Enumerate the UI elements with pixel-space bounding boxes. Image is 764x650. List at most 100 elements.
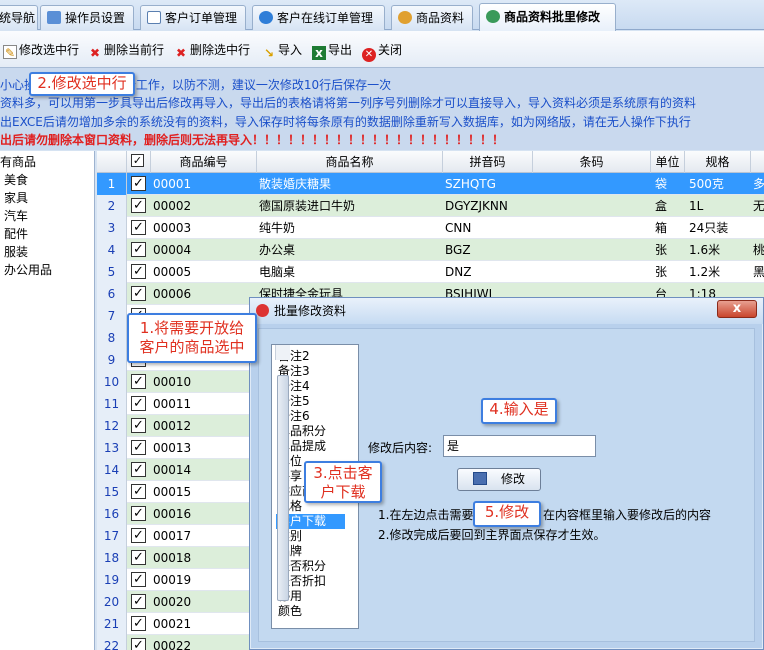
field-list-scrollbar[interactable]	[275, 345, 290, 601]
select-all-checkbox[interactable]: ✓	[131, 154, 144, 167]
cell-spec[interactable]: 1L	[685, 195, 751, 217]
tab-navigation[interactable]: 统导航	[0, 5, 38, 30]
row-checkbox[interactable]: ✓	[131, 418, 146, 433]
tab-products[interactable]: 商品资料	[391, 5, 473, 30]
table-row[interactable]: 3 ✓ 00003 纯牛奶 CNN 箱 24只装	[97, 217, 764, 239]
cell-spec[interactable]: 24只装	[685, 217, 751, 239]
row-checkbox[interactable]: ✓	[131, 286, 146, 301]
cell-spec[interactable]: 500克	[685, 173, 751, 195]
close-button[interactable]: ✕ 关闭	[362, 41, 402, 62]
table-row[interactable]: 1 ✓ 00001 散装婚庆糖果 SZHQTG 袋 500克多	[97, 173, 764, 195]
cell-code[interactable]: 00016	[151, 503, 257, 525]
row-checkbox[interactable]: ✓	[131, 528, 146, 543]
cell-extra[interactable]: 桃	[751, 239, 764, 261]
cell-extra[interactable]: 多	[751, 173, 764, 195]
cell-code[interactable]: 00022	[151, 635, 257, 650]
cell-name[interactable]: 德国原装进口牛奶	[257, 195, 443, 217]
col-header[interactable]: 规格	[685, 151, 751, 173]
cell-code[interactable]: 00018	[151, 547, 257, 569]
cell-code[interactable]: 00020	[151, 591, 257, 613]
cell-code[interactable]: 00019	[151, 569, 257, 591]
row-checkbox[interactable]: ✓	[131, 616, 146, 631]
cell-code[interactable]: 00021	[151, 613, 257, 635]
cell-py[interactable]: CNN	[443, 217, 533, 239]
col-header[interactable]: 商品名称	[257, 151, 443, 173]
cell-bar[interactable]	[533, 173, 651, 195]
row-checkbox[interactable]: ✓	[131, 440, 146, 455]
select-all-header[interactable]: ✓	[127, 151, 151, 173]
row-checkbox[interactable]: ✓	[131, 198, 146, 213]
cell-spec[interactable]: 1.2米	[685, 261, 751, 283]
delete-selected-button[interactable]: ✖ 删除选中行	[174, 41, 250, 60]
tree-item[interactable]: 办公用品	[4, 261, 52, 278]
cell-code[interactable]: 00004	[151, 239, 257, 261]
row-checkbox[interactable]: ✓	[131, 220, 146, 235]
cell-code[interactable]: 00014	[151, 459, 257, 481]
table-row[interactable]: 4 ✓ 00004 办公桌 BGZ 张 1.6米桃	[97, 239, 764, 261]
modify-button[interactable]: 修改	[457, 468, 541, 491]
cell-bar[interactable]	[533, 239, 651, 261]
tab-online-orders[interactable]: 客户在线订单管理	[252, 5, 385, 30]
cell-code[interactable]: 00010	[151, 371, 257, 393]
cell-bar[interactable]	[533, 217, 651, 239]
row-checkbox[interactable]: ✓	[131, 638, 146, 650]
cell-spec[interactable]: 1.6米	[685, 239, 751, 261]
col-header[interactable]: 单位	[651, 151, 685, 173]
cell-code[interactable]: 00003	[151, 217, 257, 239]
cell-py[interactable]: SZHQTG	[443, 173, 533, 195]
cell-extra[interactable]: 无	[751, 195, 764, 217]
field-list-item[interactable]: 颜色	[278, 604, 302, 619]
cell-py[interactable]: DNZ	[443, 261, 533, 283]
cell-code[interactable]: 00011	[151, 393, 257, 415]
cell-name[interactable]: 办公桌	[257, 239, 443, 261]
edit-selected-button[interactable]: ✎ 修改选中行	[3, 41, 79, 60]
cell-unit[interactable]: 盒	[651, 195, 685, 217]
row-checkbox[interactable]: ✓	[131, 176, 146, 191]
tree-item[interactable]: 汽车	[4, 207, 28, 224]
dialog-close-button[interactable]: x	[717, 300, 757, 318]
delete-current-button[interactable]: ✖ 删除当前行	[88, 41, 164, 60]
tree-item[interactable]: 服装	[4, 243, 28, 260]
row-checkbox[interactable]: ✓	[131, 572, 146, 587]
table-row[interactable]: 5 ✓ 00005 电脑桌 DNZ 张 1.2米黑	[97, 261, 764, 283]
col-header[interactable]: 拼音码	[443, 151, 533, 173]
cell-code[interactable]: 00017	[151, 525, 257, 547]
cell-code[interactable]: 00013	[151, 437, 257, 459]
tree-item[interactable]: 美食	[4, 171, 28, 188]
cell-code[interactable]: 00002	[151, 195, 257, 217]
tab-product-batch-edit[interactable]: 商品资料批里修改	[479, 3, 616, 31]
cell-extra[interactable]	[751, 217, 764, 239]
cell-unit[interactable]: 张	[651, 261, 685, 283]
tree-root[interactable]: 有商品	[0, 153, 36, 170]
cell-name[interactable]: 纯牛奶	[257, 217, 443, 239]
cell-code[interactable]: 00012	[151, 415, 257, 437]
tab-customer-orders[interactable]: 客户订单管理	[140, 5, 246, 30]
cell-code[interactable]: 00015	[151, 481, 257, 503]
row-checkbox[interactable]: ✓	[131, 374, 146, 389]
cell-name[interactable]: 电脑桌	[257, 261, 443, 283]
cell-code[interactable]: 00005	[151, 261, 257, 283]
export-button[interactable]: x 导出	[312, 41, 352, 60]
cell-extra[interactable]: 黑	[751, 261, 764, 283]
row-checkbox[interactable]: ✓	[131, 484, 146, 499]
scrollbar-thumb[interactable]	[277, 375, 289, 601]
dialog-title-bar[interactable]: 批量修改资料 x	[250, 298, 763, 324]
cell-code[interactable]: 00001	[151, 173, 257, 195]
cell-unit[interactable]: 箱	[651, 217, 685, 239]
tab-operator-settings[interactable]: 操作员设置	[40, 5, 134, 30]
row-checkbox[interactable]: ✓	[131, 396, 146, 411]
cell-name[interactable]: 散装婚庆糖果	[257, 173, 443, 195]
import-button[interactable]: ↘ 导入	[262, 41, 302, 60]
table-row[interactable]: 2 ✓ 00002 德国原装进口牛奶 DGYZJKNN 盒 1L 无	[97, 195, 764, 217]
cell-py[interactable]: DGYZJKNN	[443, 195, 533, 217]
cell-unit[interactable]: 张	[651, 239, 685, 261]
col-header[interactable]: 商品编号	[151, 151, 257, 173]
row-checkbox[interactable]: ✓	[131, 264, 146, 279]
row-checkbox[interactable]: ✓	[131, 506, 146, 521]
row-checkbox[interactable]: ✓	[131, 550, 146, 565]
edit-value-input[interactable]: 是	[443, 435, 596, 457]
cell-bar[interactable]	[533, 195, 651, 217]
row-checkbox[interactable]: ✓	[131, 242, 146, 257]
cell-unit[interactable]: 袋	[651, 173, 685, 195]
cell-py[interactable]: BGZ	[443, 239, 533, 261]
